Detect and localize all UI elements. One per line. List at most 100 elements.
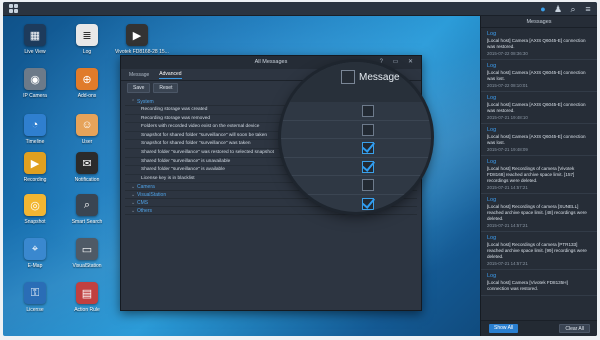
magnifier-lens: Message	[281, 62, 431, 212]
desktop-icon-label: Smart Search	[71, 219, 103, 225]
reset-button[interactable]: Reset	[153, 83, 179, 93]
select-all-checkbox[interactable]	[341, 70, 355, 84]
desktop-icon-label: License	[26, 307, 44, 313]
app-icon: ▭	[76, 238, 98, 260]
app-icon: ⌕	[76, 194, 98, 216]
message-item[interactable]: Log [Local host] Recordings of camera [PT…	[481, 232, 597, 270]
magnified-header: Message	[281, 62, 431, 102]
desktop-icon-add-ons[interactable]: ⊕ Add-ons	[65, 68, 109, 99]
search-icon[interactable]: ⌕	[568, 4, 578, 14]
desktop-icon-label: VisualStation	[72, 263, 102, 269]
message-item[interactable]: Log [Local host] Camera [Vivotek FD8135H]…	[481, 270, 597, 296]
message-item[interactable]: Log [Local host] Camera [AXIS Q6045-E] co…	[481, 92, 597, 124]
group-label: Others	[137, 208, 153, 215]
message-item[interactable]: Log [Local host] Camera [AXIS Q6045-E] co…	[481, 124, 597, 156]
magnified-column-title: Message	[359, 72, 400, 83]
group-label: CMS	[137, 200, 149, 207]
app-icon: ⚿	[24, 282, 46, 304]
message-title: Log	[487, 159, 497, 165]
message-title: Log	[487, 197, 497, 203]
message-time: 2015-07-22 08:10:01	[487, 83, 528, 88]
unchecked-checkbox[interactable]	[362, 123, 374, 136]
notification-icon[interactable]: ●	[538, 4, 548, 14]
message-title: Log	[487, 273, 497, 279]
setting-label: License key is in blacklist	[141, 175, 195, 181]
desktop-icon-label: Add-ons	[77, 93, 97, 99]
app-icon: ◔	[24, 114, 46, 136]
magnified-row	[281, 102, 431, 121]
magnified-row	[281, 121, 431, 139]
desktop-icon-user[interactable]: ☺ User	[65, 114, 109, 145]
desktop-icon-timeline[interactable]: ◔ Timeline	[13, 114, 57, 145]
tab-message[interactable]: Message	[129, 72, 149, 78]
checked-checkbox[interactable]	[362, 142, 374, 154]
checked-checkbox[interactable]	[362, 197, 374, 210]
desktop-icon-license[interactable]: ⚿ License	[13, 282, 57, 313]
desktop-icon-ip-camera[interactable]: ◉ IP Camera	[13, 68, 57, 99]
message-body: [Local host] Camera [AXIS Q6045-E] conne…	[487, 102, 586, 113]
desktop-icon-label: IP Camera	[23, 93, 47, 99]
message-body: [Local host] Recordings of camera [SUNEL…	[487, 204, 587, 221]
desktop: ● ♟ ⌕ ≡ ▦ Live View ≣ Log ▶ Vivotek FD8168-28…	[3, 2, 597, 336]
show-all-button[interactable]: Show All	[489, 324, 519, 333]
setting-label: Shared folder "surveillance" is unavaila…	[141, 158, 231, 164]
clear-all-button[interactable]: Clear All	[559, 324, 590, 333]
desktop-icon-label: E-Map	[27, 263, 43, 269]
checked-checkbox[interactable]	[362, 160, 374, 173]
desktop-icon-label: Action Rule	[74, 307, 100, 313]
main-menu-icon[interactable]	[9, 4, 19, 14]
message-body: [Local host] Camera [AXIS Q6045-E] conne…	[487, 70, 586, 81]
group-label: VisualStation	[137, 192, 167, 199]
message-body: [Local host] Recordings of camera [Vivot…	[487, 166, 575, 183]
message-item[interactable]: Log [Local host] Recordings of camera [Vi…	[481, 156, 597, 194]
message-title: Log	[487, 95, 497, 101]
desktop-icon-snapshot[interactable]: ◎ Snapshot	[13, 194, 57, 225]
user-icon[interactable]: ♟	[553, 4, 563, 14]
message-body: [Local host] Camera [AXIS Q6045-E] conne…	[487, 38, 586, 49]
unchecked-checkbox[interactable]	[362, 179, 374, 191]
message-item[interactable]: Log [Local host] Camera [AXIS Q6045-E] co…	[481, 28, 597, 60]
options-icon[interactable]: ≡	[583, 4, 593, 14]
messages-panel-title: Messages	[481, 16, 597, 28]
desktop-icon-label: User	[81, 139, 93, 145]
message-body: [Local host] Recordings of camera [PTR13…	[487, 242, 587, 259]
app-icon: ◉	[24, 68, 46, 90]
desktop-icon-live-view[interactable]: ▦ Live View	[13, 24, 57, 55]
unchecked-checkbox[interactable]	[362, 105, 374, 117]
app-icon: ✉	[76, 152, 98, 174]
desktop-icon-visualstation[interactable]: ▭ VisualStation	[65, 238, 109, 269]
message-title: Log	[487, 31, 497, 37]
app-icon: ▤	[76, 282, 98, 304]
desktop-icon-smart-search[interactable]: ⌕ Smart Search	[65, 194, 109, 225]
magnified-row	[281, 158, 431, 176]
app-icon: ▦	[24, 24, 46, 46]
desktop-icon-log[interactable]: ≣ Log	[65, 24, 109, 55]
desktop-icon-label: Live View	[24, 49, 46, 55]
message-time: 2015-07-21 14:57:21	[487, 261, 528, 266]
desktop-icon-notification[interactable]: ✉ Notification	[65, 152, 109, 183]
app-icon: ⊕	[76, 68, 98, 90]
app-icon: ☺	[76, 114, 98, 136]
message-time: 2015-07-22 08:36:30	[487, 51, 528, 56]
tab-advanced[interactable]: Advanced	[159, 71, 182, 79]
desktop-icon-action-rule[interactable]: ▤ Action Rule	[65, 282, 109, 313]
message-time: 2015-07-21 14:57:21	[487, 185, 528, 190]
messages-panel: Messages Log [Local host] Camera [AXIS Q6…	[480, 16, 597, 336]
taskbar: ● ♟ ⌕ ≡	[3, 2, 597, 16]
message-title: Log	[487, 63, 497, 69]
message-item[interactable]: Log [Local host] Camera [AXIS Q6045-E] co…	[481, 60, 597, 92]
desktop-icon-label: Recording	[23, 177, 47, 183]
desktop-icon-label: Log	[82, 49, 92, 55]
app-icon: ▶	[24, 152, 46, 174]
save-button[interactable]: Save	[127, 83, 151, 93]
group-label: System	[137, 99, 154, 105]
desktop-icon-recording[interactable]: ▶ Recording	[13, 152, 57, 183]
message-body: [Local host] Camera [Vivotek FD8135H] co…	[487, 280, 568, 291]
message-item[interactable]: Log [Local host] Recordings of camera [SU…	[481, 194, 597, 232]
app-icon: ▶	[126, 24, 148, 46]
app-icon: ◎	[24, 194, 46, 216]
message-body: [Local host] Camera [AXIS Q6045-E] conne…	[487, 134, 586, 145]
desktop-icon-vivotek-fd8168-28-15[interactable]: ▶ Vivotek FD8168-28 15...	[115, 24, 169, 55]
magnified-row	[281, 176, 431, 195]
desktop-icon-e-map[interactable]: ⌖ E-Map	[13, 238, 57, 269]
